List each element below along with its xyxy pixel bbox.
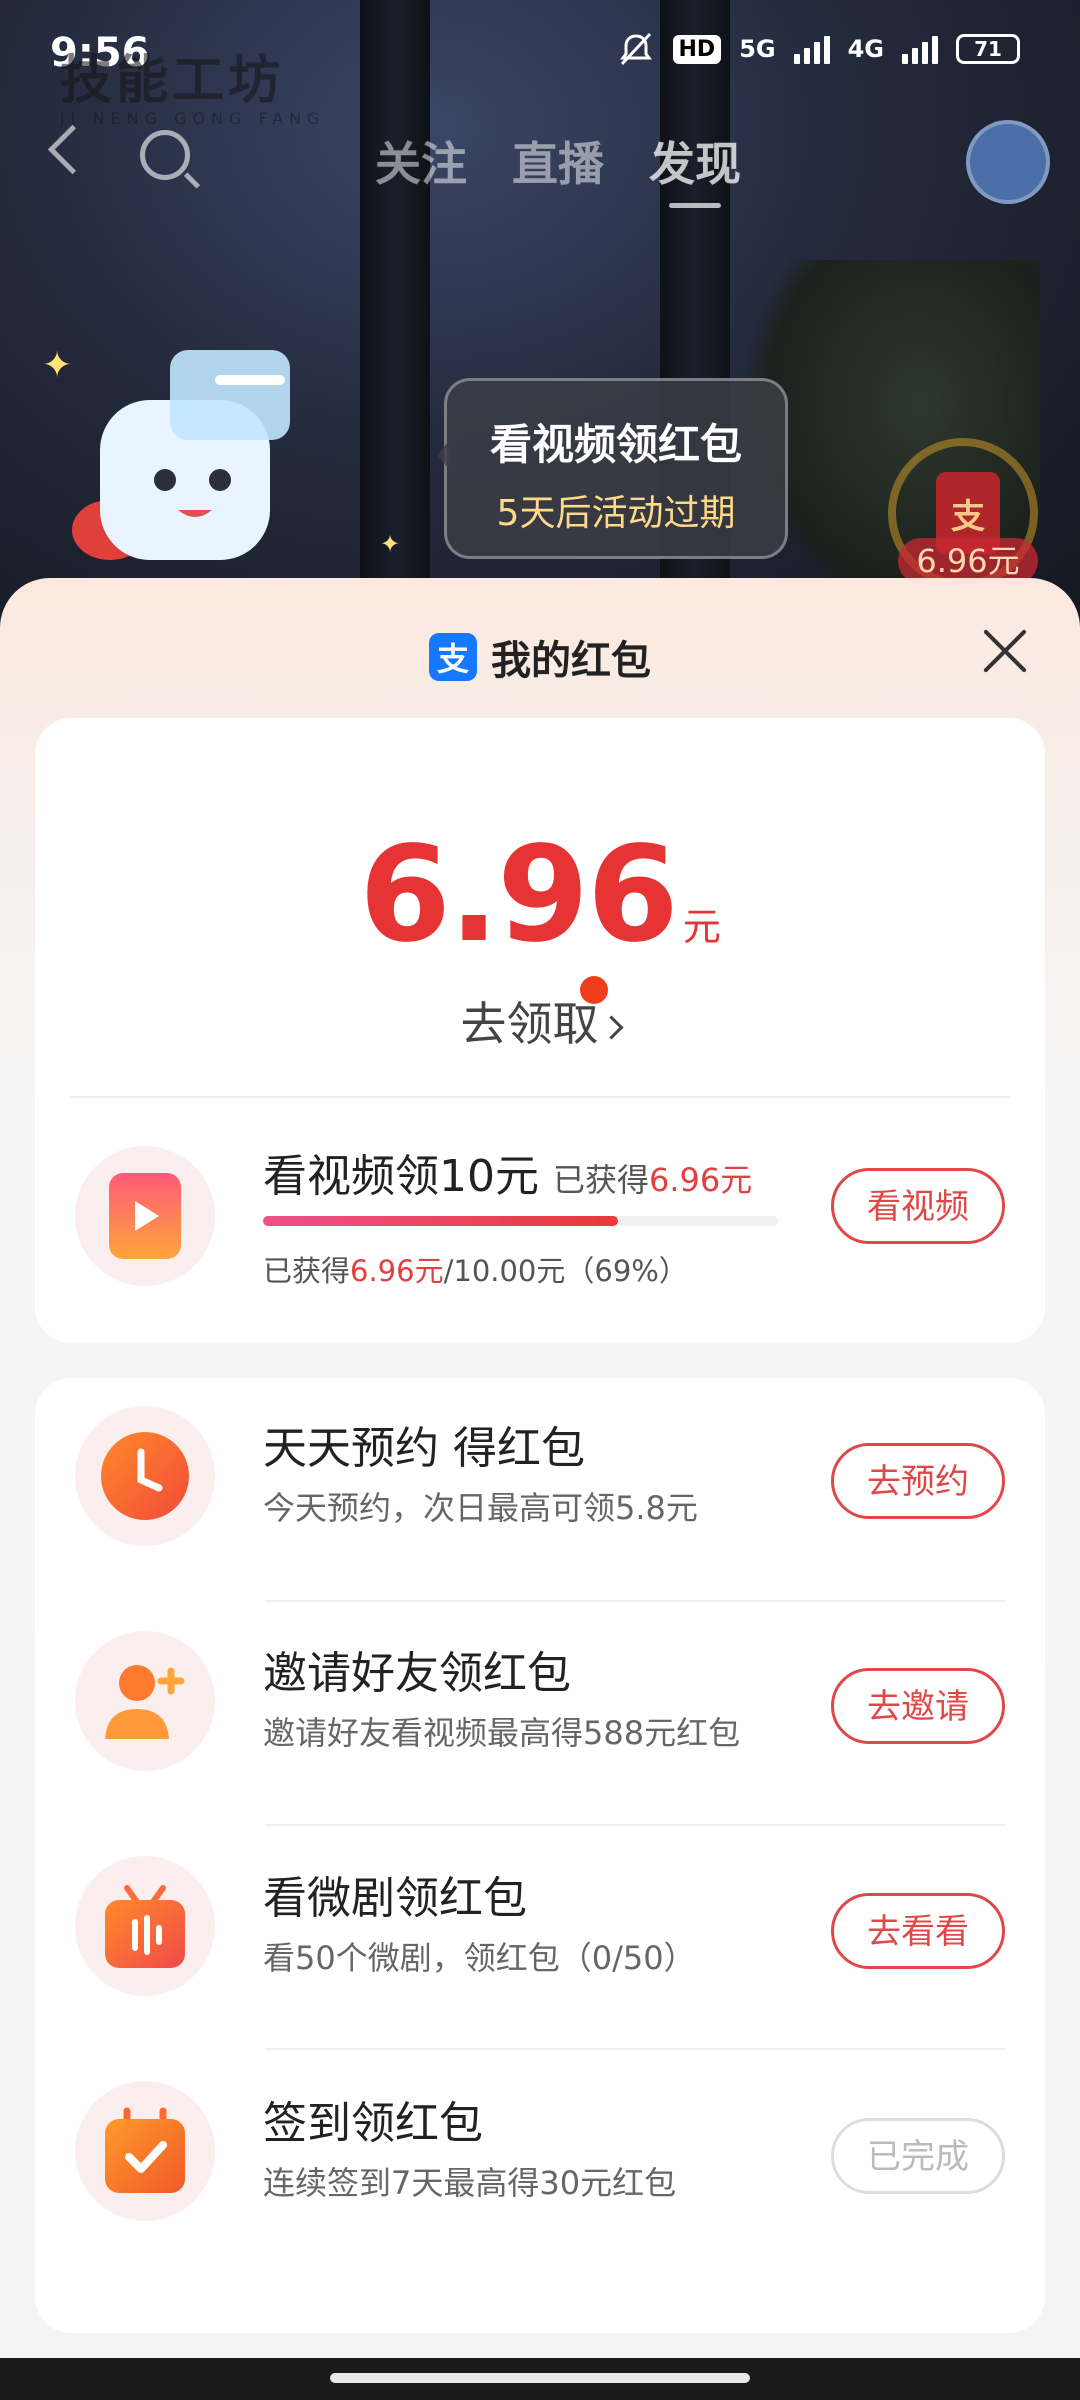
task-icon-wrap: [75, 1406, 215, 1546]
task-subtitle: 今天预约，次日最高可领5.8元: [263, 1489, 698, 1527]
video-task-progress-bar: [263, 1216, 778, 1226]
video-task-title-text: 看视频领10元: [263, 1151, 539, 1202]
calendar-check-icon: [105, 2107, 185, 2193]
balance-card: 6.96 元 去领取 看视频领10元 已获得6.96元 已获得6.96元/10.…: [35, 718, 1045, 1343]
tab-live[interactable]: 直播: [512, 128, 604, 194]
watermark-text: 技能工坊: [60, 51, 285, 111]
nav-tabs: 关注 直播 发现: [375, 128, 741, 208]
progress-value: 6.96元: [350, 1254, 444, 1288]
sheet-title: 我的红包: [491, 638, 651, 684]
task-icon-wrap: [75, 2081, 215, 2221]
navigation-bar: [0, 2358, 1080, 2400]
add-user-icon: [105, 1665, 185, 1739]
network-4g-label: 4G: [847, 35, 884, 63]
hd-badge: HD: [672, 34, 722, 64]
mute-bell-icon: [619, 32, 652, 66]
back-icon[interactable]: [47, 124, 98, 175]
alipay-icon: 支: [429, 633, 477, 681]
task-subtitle: 看50个微剧，领红包（0/50）: [263, 1939, 696, 1977]
promo-bubble[interactable]: 看视频领红包 5天后活动过期: [437, 378, 788, 559]
progress-fill: [263, 1216, 619, 1226]
task-title: 天天预约 得红包: [263, 1423, 585, 1474]
tab-follow[interactable]: 关注: [375, 128, 467, 194]
promo-subtitle: 5天后活动过期: [496, 493, 736, 534]
signal-icon: [793, 34, 830, 64]
list-item: 看微剧领红包 看50个微剧，领红包（0/50） 去看看: [35, 1828, 1045, 2008]
claim-link[interactable]: 去领取: [35, 976, 1045, 1054]
task-title: 签到领红包: [263, 2098, 483, 2149]
close-icon[interactable]: [982, 628, 1028, 674]
task-list-card: 天天预约 得红包 今天预约，次日最高可领5.8元 去预约 邀请好友领红包 邀请好…: [35, 1378, 1045, 2333]
claim-label: 去领取: [460, 997, 599, 1051]
list-item: 邀请好友领红包 邀请好友看视频最高得588元红包 去邀请: [35, 1603, 1045, 1783]
progress-suffix: /10.00元（69%）: [443, 1254, 688, 1288]
divider: [70, 1096, 1010, 1098]
divider: [265, 1600, 1005, 1602]
signal-icon: [902, 34, 938, 64]
earned-value: 6.96元: [649, 1161, 753, 1199]
task-icon-wrap: [75, 1631, 215, 1771]
video-task-icon-wrap: [75, 1146, 215, 1286]
video-task-earned: 已获得6.96元: [553, 1161, 752, 1199]
promo-title: 看视频领红包: [489, 420, 742, 469]
invite-button[interactable]: 去邀请: [831, 1668, 1005, 1744]
list-item: 签到领红包 连续签到7天最高得30元红包 已完成: [35, 2053, 1045, 2233]
home-indicator[interactable]: [330, 2373, 750, 2383]
watch-drama-button[interactable]: 去看看: [831, 1893, 1005, 1969]
play-video-icon: [109, 1173, 181, 1259]
tv-icon: [105, 1885, 185, 1968]
task-subtitle: 邀请好友看视频最高得588元红包: [263, 1714, 741, 1752]
earned-prefix: 已获得: [553, 1161, 650, 1199]
divider: [265, 1824, 1005, 1826]
sparkle-icon: ✦: [42, 345, 73, 386]
video-task-title: 看视频领10元 已获得6.96元: [263, 1140, 752, 1204]
checkin-done-button[interactable]: 已完成: [831, 2118, 1005, 2194]
avatar[interactable]: [966, 120, 1050, 204]
top-navigation: 关注 直播 发现: [0, 120, 1080, 208]
sheet-header: 支 我的红包: [0, 628, 1080, 686]
progress-prefix: 已获得: [263, 1254, 351, 1288]
task-title: 邀请好友领红包: [263, 1648, 571, 1699]
watermark: 技能工坊 JI NENG GONG FANG: [60, 38, 326, 128]
task-title: 看微剧领红包: [263, 1873, 527, 1924]
clock-icon: [101, 1432, 189, 1520]
task-subtitle: 连续签到7天最高得30元红包: [263, 2164, 677, 2202]
tab-discover[interactable]: 发现: [649, 128, 741, 208]
task-icon-wrap: [75, 1856, 215, 1996]
list-item: 天天预约 得红包 今天预约，次日最高可领5.8元 去预约: [35, 1378, 1045, 1558]
chevron-right-icon: [598, 1015, 624, 1040]
network-5g-label: 5G: [739, 35, 776, 63]
status-icons: HD 5G 4G 71: [617, 30, 1020, 68]
video-task-progress-text: 已获得6.96元/10.00元（69%）: [263, 1248, 688, 1290]
sparkle-icon: ✦: [380, 530, 401, 558]
balance-value: 6.96: [359, 818, 679, 972]
search-icon[interactable]: [140, 130, 190, 180]
battery-icon: 71: [956, 34, 1020, 64]
divider: [265, 2048, 1005, 2050]
notification-dot: [580, 976, 608, 1004]
balance-unit: 元: [682, 905, 721, 949]
reserve-button[interactable]: 去预约: [831, 1443, 1005, 1519]
watch-video-button[interactable]: 看视频: [831, 1168, 1005, 1244]
video-task-row: 看视频领10元 已获得6.96元 已获得6.96元/10.00元（69%） 看视频: [35, 1118, 1045, 1298]
mascot-illustration: [72, 350, 290, 560]
balance-amount: 6.96 元: [35, 818, 1045, 972]
red-packet-sheet: 支 我的红包 6.96 元 去领取 看视频领10元 已获得6.96元 已获得6.…: [0, 578, 1080, 2358]
